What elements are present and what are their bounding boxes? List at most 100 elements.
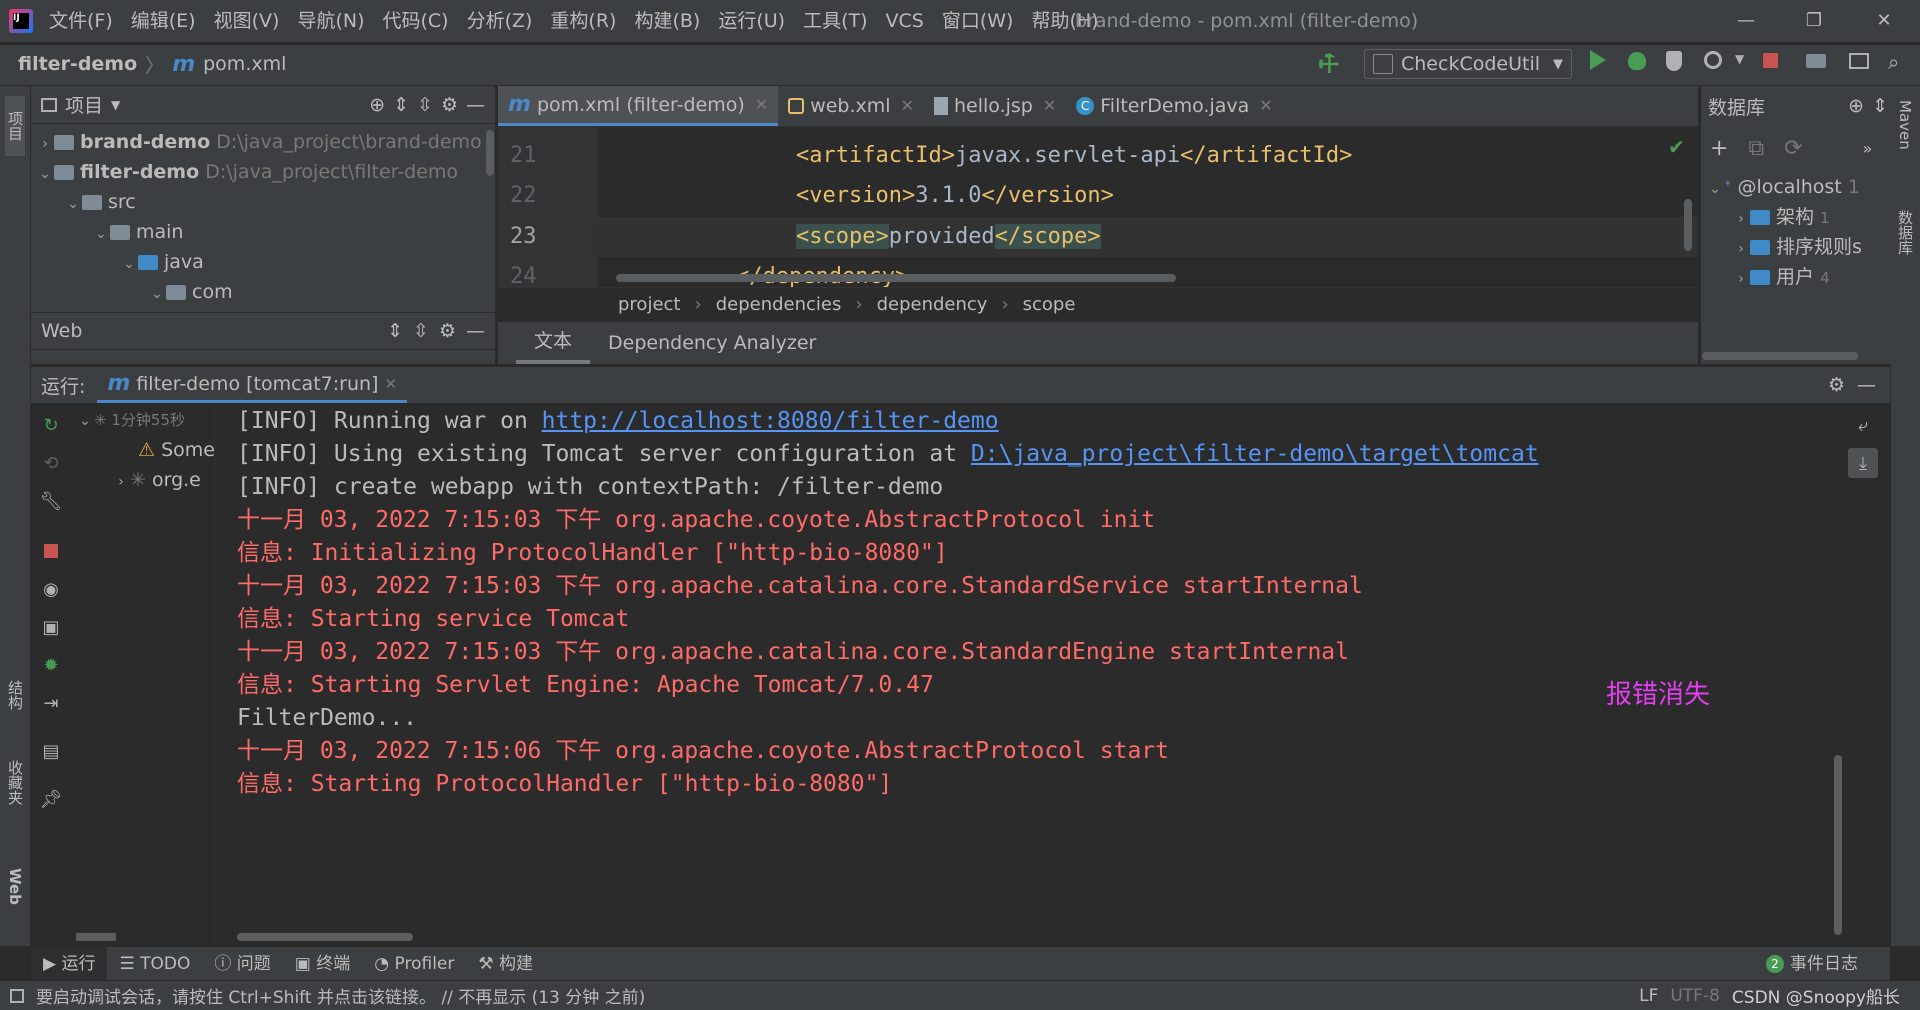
refresh-icon[interactable]: ⟳ xyxy=(1784,136,1802,161)
project-scrollbar[interactable] xyxy=(486,130,494,176)
line-separator[interactable]: LF xyxy=(1639,986,1658,1006)
toggle-tool-windows-icon[interactable] xyxy=(10,988,24,1003)
close-tab-icon[interactable]: ✕ xyxy=(1043,86,1056,126)
close-tab-icon[interactable]: ✕ xyxy=(1259,86,1272,126)
chevron-down-icon[interactable]: ⌄ xyxy=(1706,174,1724,204)
menu-run[interactable]: 运行(U) xyxy=(709,0,794,42)
exit-icon[interactable]: ⇥ xyxy=(36,688,66,718)
crumb-dependencies[interactable]: dependencies xyxy=(716,294,842,315)
stop-icon[interactable] xyxy=(36,536,66,566)
project-panel-title[interactable]: 项目 xyxy=(65,91,103,118)
editor-v-scrollbar[interactable] xyxy=(1684,199,1692,251)
menu-refactor[interactable]: 重构(R) xyxy=(541,0,625,42)
dropdown-arrow-icon[interactable]: ▼ xyxy=(111,98,120,112)
db-host[interactable]: ⌄ ᐩ @localhost 1 xyxy=(1706,172,1890,202)
chevron-down-icon[interactable]: ⌄ xyxy=(92,219,110,249)
collapse-all-icon[interactable]: ⇳ xyxy=(413,320,429,342)
coverage-icon[interactable] xyxy=(1666,51,1682,71)
tab-pom-xml[interactable]: m pom.xml (filter-demo) ✕ xyxy=(498,86,779,126)
chevron-down-icon[interactable]: ⌄ xyxy=(148,279,166,309)
tab-dependency-analyzer[interactable]: Dependency Analyzer xyxy=(590,322,834,364)
favorites-tool-button[interactable]: 收藏夹 xyxy=(5,760,25,820)
tab-text[interactable]: 文本 xyxy=(516,322,591,364)
chevron-down-icon[interactable]: ⌄ xyxy=(64,189,82,219)
wrench-icon[interactable]: 🔧︎ xyxy=(36,486,66,516)
console-path-link[interactable]: D:\java_project\filter-demo\target\tomca… xyxy=(971,441,1539,467)
tab-hello-jsp[interactable]: hello.jsp ✕ xyxy=(924,86,1066,126)
chevron-down-icon[interactable]: ⌄ xyxy=(36,159,54,189)
layout-icon[interactable] xyxy=(1849,53,1869,69)
project-structure-icon[interactable] xyxy=(1806,54,1826,68)
layout-icon[interactable]: ▤ xyxy=(36,736,66,766)
chevron-right-icon[interactable]: › xyxy=(36,129,54,159)
console-v-scrollbar[interactable] xyxy=(1834,755,1842,935)
hide-panel-icon[interactable]: — xyxy=(466,94,485,116)
menu-build[interactable]: 构建(B) xyxy=(625,0,709,42)
close-window-button[interactable]: ✕ xyxy=(1856,0,1912,42)
tree-item-java[interactable]: ⌄ java xyxy=(36,247,486,277)
menu-tools[interactable]: 工具(T) xyxy=(794,0,876,42)
debug-icon[interactable] xyxy=(1628,52,1646,70)
run-tree-org[interactable]: › ✳ org.e xyxy=(76,465,214,495)
more-dropdown-icon[interactable]: ▼ xyxy=(1735,52,1744,66)
crumb-project[interactable]: project xyxy=(618,294,680,315)
nav-project[interactable]: filter-demo xyxy=(18,53,137,75)
pin-icon[interactable]: 📌︎ xyxy=(36,784,66,814)
hide-panel-icon[interactable]: — xyxy=(1857,374,1876,396)
tool-todo[interactable]: ☰ TODO xyxy=(107,947,202,981)
tree-item-src[interactable]: ⌄ src xyxy=(36,187,486,217)
tool-build[interactable]: ⚒ 构建 xyxy=(466,947,545,981)
crumb-scope[interactable]: scope xyxy=(1023,294,1076,315)
tool-profiler[interactable]: ◔ Profiler xyxy=(362,947,466,981)
console-output[interactable]: [INFO] Running war on http://localhost:8… xyxy=(215,405,1845,945)
chevron-right-icon[interactable]: › xyxy=(1732,204,1750,234)
run-tree-warning[interactable]: ⚠ Some xyxy=(76,435,214,465)
chevron-down-icon[interactable]: ⌄ xyxy=(120,249,138,279)
tab-filterdemo-java[interactable]: C FilterDemo.java ✕ xyxy=(1066,86,1282,126)
expand-all-icon[interactable]: ⇕ xyxy=(393,94,409,116)
search-icon[interactable]: ⌕ xyxy=(1888,50,1899,74)
run-tree-root[interactable]: ⌄ ✳ 1分钟55秒 xyxy=(76,405,214,435)
tab-web-xml[interactable]: web.xml ✕ xyxy=(778,86,924,126)
menu-navigate[interactable]: 导航(N) xyxy=(288,0,373,42)
debug-icon[interactable]: ✹ xyxy=(36,650,66,680)
maven-tool-button[interactable]: Maven xyxy=(1895,100,1915,180)
tree-item-filter-demo[interactable]: ⌄ filter-demo D:\java_project\filter-demo xyxy=(36,157,486,187)
console-url-link[interactable]: http://localhost:8080/filter-demo xyxy=(542,408,999,434)
nav-file[interactable]: pom.xml xyxy=(203,53,286,75)
hide-panel-icon[interactable]: — xyxy=(466,320,485,342)
db-item-users[interactable]: › 用户 4 xyxy=(1706,262,1890,292)
profile-icon[interactable] xyxy=(1704,51,1722,69)
expand-all-icon[interactable]: ⇕ xyxy=(387,320,403,342)
tree-item-main[interactable]: ⌄ main xyxy=(36,217,486,247)
locate-icon[interactable]: ⊕ xyxy=(1848,95,1864,117)
restore-button[interactable]: ❐ xyxy=(1786,0,1842,42)
tool-event-log[interactable]: 2 事件日志 xyxy=(1754,947,1870,981)
database-tool-button[interactable]: 数据库 xyxy=(1895,210,1915,280)
chevron-down-icon[interactable]: ⌄ xyxy=(76,406,94,436)
rerun-failed-icon[interactable]: ⟲ xyxy=(36,448,66,478)
structure-tool-button[interactable]: 结构 xyxy=(5,680,25,730)
chevron-right-icon[interactable]: › xyxy=(1732,264,1750,294)
web-panel-title[interactable]: Web xyxy=(41,320,82,342)
rerun-icon[interactable]: ↻ xyxy=(36,410,66,440)
tool-terminal[interactable]: ▣ 终端 xyxy=(283,947,362,981)
run-icon[interactable] xyxy=(1590,50,1606,70)
menu-window[interactable]: 窗口(W) xyxy=(933,0,1023,42)
close-tab-icon[interactable]: ✕ xyxy=(901,86,914,126)
menu-code[interactable]: 代码(C) xyxy=(373,0,457,42)
file-encoding[interactable]: UTF-8 xyxy=(1670,986,1720,1006)
menu-view[interactable]: 视图(V) xyxy=(205,0,289,42)
db-item-schemas[interactable]: › 架构 1 xyxy=(1706,202,1890,232)
database-panel-title[interactable]: 数据库 xyxy=(1708,93,1765,120)
eye-icon[interactable]: ◉ xyxy=(36,574,66,604)
chevron-right-icon[interactable]: › xyxy=(112,467,130,497)
run-tree-scrollbar[interactable] xyxy=(76,933,116,941)
camera-icon[interactable]: ▣ xyxy=(36,612,66,642)
settings-gear-icon[interactable]: ⚙ xyxy=(441,94,458,116)
tool-run[interactable]: ▶ 运行 xyxy=(31,947,108,981)
minimize-button[interactable]: — xyxy=(1718,0,1774,42)
tree-item-brand-demo[interactable]: › brand-demo D:\java_project\brand-demo xyxy=(36,127,486,157)
menu-vcs[interactable]: VCS xyxy=(877,0,933,42)
editor-h-scrollbar[interactable] xyxy=(616,274,1176,282)
